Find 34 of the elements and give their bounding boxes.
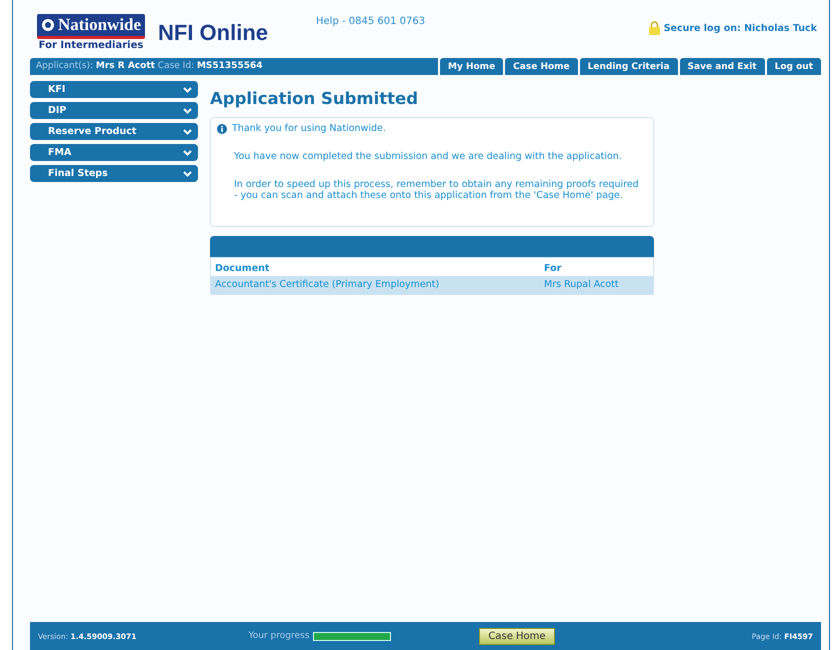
sidebar-item[interactable]: DIP (30, 102, 198, 119)
padlock-icon (648, 21, 660, 35)
product-name: NFI Online (158, 20, 268, 46)
info-text: Thank you for using Nationwide. (232, 123, 386, 134)
sidebar-item[interactable]: FMA (30, 144, 198, 161)
case-home-button[interactable]: Case Home (479, 628, 555, 644)
logo-icon (40, 18, 55, 32)
page-title: Application Submitted (210, 89, 420, 108)
chevron-down-icon (183, 86, 192, 92)
table-cell: Mrs Rupal Acott (540, 276, 654, 294)
nav-button[interactable]: My Home (440, 58, 504, 75)
nav-button[interactable]: Lending Criteria (580, 58, 678, 75)
sidebar-item[interactable]: Reserve Product (30, 123, 198, 140)
sidebar-item[interactable]: KFI (30, 81, 198, 98)
column-header: Document (210, 258, 540, 276)
applicant-info: Applicant(s): Mrs R Acott Case Id: MS51355564 (30, 58, 438, 75)
table-cell: Accountant's Certificate (Primary Employment) (210, 276, 540, 294)
nav-button[interactable]: Case Home (505, 58, 578, 75)
sidebar-item[interactable]: Final Steps (30, 165, 198, 182)
nav-button[interactable]: Log out (766, 58, 821, 75)
info-icon (217, 124, 227, 134)
chevron-down-icon (183, 128, 192, 134)
progress-label: Your progress (248, 631, 310, 641)
chevron-down-icon (183, 150, 192, 156)
secure-logon: Secure log on: Nicholas Tuck (664, 22, 817, 34)
chevron-down-icon (183, 170, 192, 176)
help-line: Help - 0845 601 0763 (316, 16, 426, 27)
chevron-down-icon (183, 108, 192, 114)
logo-subtitle: For Intermediaries (38, 40, 144, 51)
info-text: You have now completed the submission and we are dealing with the application. (234, 151, 623, 162)
column-header: For (540, 258, 654, 276)
info-text: In order to speed up this process, remember to obtain any remaining proofs required - you can scan and attach these onto this application from the 'Case Home' page. (234, 179, 640, 201)
logo: Nationwide (36, 14, 146, 39)
nav-button[interactable]: Save and Exit (680, 58, 765, 75)
